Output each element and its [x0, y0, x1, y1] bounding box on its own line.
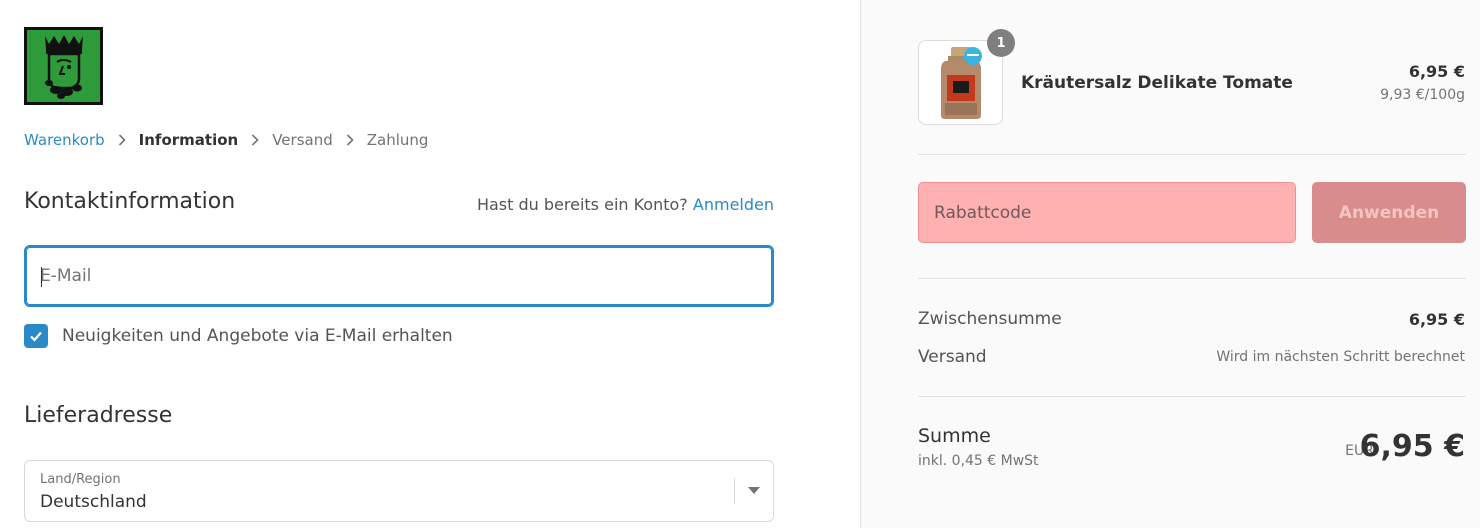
breadcrumb-payment: Zahlung — [366, 131, 429, 149]
quantity-badge: 1 — [987, 29, 1015, 57]
chevron-right-icon — [249, 132, 261, 148]
breadcrumb-shipping: Versand — [272, 131, 333, 149]
shipping-section-title: Lieferadresse — [24, 403, 173, 428]
select-divider — [734, 478, 735, 504]
login-link[interactable]: Anmelden — [693, 195, 774, 214]
country-select[interactable]: Land/Region Deutschland — [24, 460, 774, 522]
tax-note: inkl. 0,45 € MwSt — [918, 453, 1039, 469]
shipping-cost-label: Versand — [918, 347, 987, 367]
checkout-page: Warenkorb Information Versand Zahlung Ko… — [0, 0, 1480, 528]
total-label: Summe — [918, 425, 991, 447]
subtotal-label: Zwischensumme — [918, 309, 1062, 329]
discount-code-field[interactable] — [919, 183, 1295, 242]
breadcrumb: Warenkorb Information Versand Zahlung — [24, 131, 428, 149]
product-unit-price: 9,93 €/100g — [1380, 87, 1465, 103]
checkmark-icon — [30, 331, 42, 342]
email-field-wrapper — [24, 245, 774, 307]
login-prompt-text: Hast du bereits ein Konto? — [476, 195, 688, 214]
product-name: Kräutersalz Delikate Tomate — [1021, 73, 1293, 93]
shop-logo[interactable] — [24, 27, 103, 105]
newsletter-option: Neuigkeiten und Angebote via E-Mail erha… — [24, 324, 453, 348]
newsletter-label[interactable]: Neuigkeiten und Angebote via E-Mail erha… — [62, 326, 453, 346]
discount-field-wrapper — [918, 182, 1296, 243]
king-crest-logo-icon — [27, 30, 100, 102]
breadcrumb-information: Information — [138, 131, 239, 149]
subtotal-value: 6,95 € — [1408, 310, 1465, 329]
checkout-main: Warenkorb Information Versand Zahlung Ko… — [0, 0, 860, 528]
chevron-down-icon — [748, 487, 760, 494]
product-price: 6,95 € — [1408, 62, 1465, 81]
chevron-right-icon — [116, 132, 128, 148]
country-select-label: Land/Region — [40, 472, 121, 487]
apply-discount-button[interactable]: Anwenden — [1312, 182, 1466, 243]
breadcrumb-cart[interactable]: Warenkorb — [24, 131, 105, 149]
summary-divider — [918, 154, 1466, 155]
order-summary: 1 Kräutersalz Delikate Tomate 6,95 € 9,9… — [860, 0, 1480, 528]
newsletter-checkbox[interactable] — [24, 324, 48, 348]
contact-section-title: Kontaktinformation — [24, 189, 236, 214]
shipping-cost-value: Wird im nächsten Schritt berechnet — [1216, 349, 1465, 365]
total-value: 6,95 € — [1359, 429, 1465, 464]
text-caret — [41, 267, 42, 287]
summary-divider — [918, 278, 1466, 279]
email-field[interactable] — [26, 247, 772, 305]
country-select-value: Deutschland — [40, 492, 147, 512]
chevron-right-icon — [344, 132, 356, 148]
spice-jar-icon — [941, 47, 982, 119]
summary-divider — [918, 396, 1466, 397]
login-prompt: Hast du bereits ein Konto? Anmelden — [477, 195, 774, 214]
